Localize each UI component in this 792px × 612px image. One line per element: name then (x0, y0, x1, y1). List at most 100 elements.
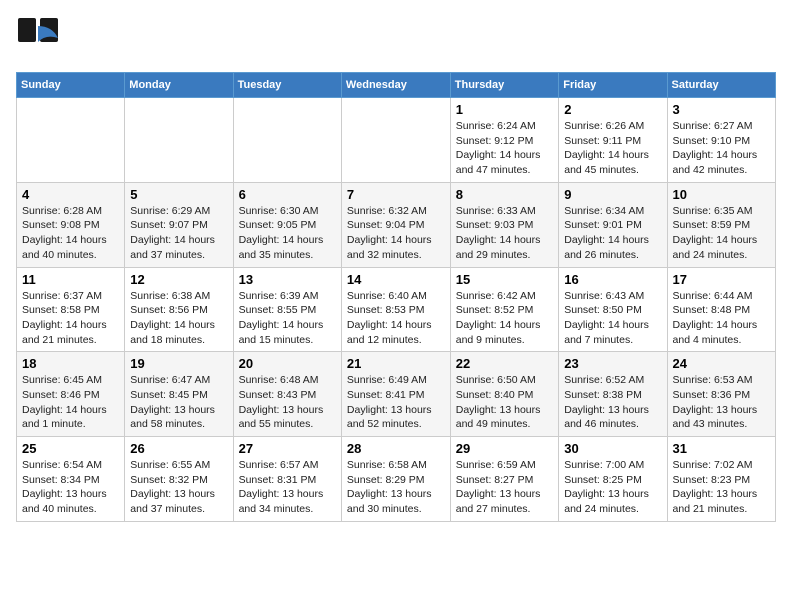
calendar-cell (125, 98, 233, 183)
calendar-cell: 10Sunrise: 6:35 AM Sunset: 8:59 PM Dayli… (667, 182, 775, 267)
calendar-cell: 7 Sunrise: 6:32 AM Sunset: 9:04 PM Daylig… (341, 182, 450, 267)
calendar-cell: 18 Sunrise: 6:45 AM Sunset: 8:46 PM Dayli… (17, 352, 125, 437)
calendar-cell: 31 Sunrise: 7:02 AM Sunset: 8:23 PM Dayli… (667, 437, 775, 522)
day-number: 8 (456, 187, 553, 202)
calendar-cell: 4 Sunrise: 6:28 AM Sunset: 9:08 PM Daylig… (17, 182, 125, 267)
cell-content: Sunrise: 6:28 AM Sunset: 9:08 PM Dayligh… (22, 204, 119, 263)
calendar-cell: 15 Sunrise: 6:42 AM Sunset: 8:52 PM Dayli… (450, 267, 558, 352)
calendar-body: 1 Sunrise: 6:24 AM Sunset: 9:12 PM Daylig… (17, 98, 776, 522)
week-row-2: 4 Sunrise: 6:28 AM Sunset: 9:08 PM Daylig… (17, 182, 776, 267)
day-number: 24 (673, 356, 770, 371)
day-number: 2 (564, 102, 661, 117)
day-number: 30 (564, 441, 661, 456)
cell-content: Sunrise: 6:55 AM Sunset: 8:32 PM Dayligh… (130, 458, 227, 517)
calendar-header: SundayMondayTuesdayWednesdayThursdayFrid… (17, 73, 776, 98)
cell-content: Sunrise: 6:49 AM Sunset: 8:41 PM Dayligh… (347, 373, 445, 432)
day-number: 18 (22, 356, 119, 371)
day-number: 10 (673, 187, 770, 202)
calendar-cell: 25 Sunrise: 6:54 AM Sunset: 8:34 PM Dayli… (17, 437, 125, 522)
cell-content: Sunrise: 6:54 AM Sunset: 8:34 PM Dayligh… (22, 458, 119, 517)
calendar-cell: 29 Sunrise: 6:59 AM Sunset: 8:27 PM Dayli… (450, 437, 558, 522)
calendar-cell: 9 Sunrise: 6:34 AM Sunset: 9:01 PM Daylig… (559, 182, 667, 267)
header-friday: Friday (559, 73, 667, 98)
cell-content: Sunrise: 6:33 AM Sunset: 9:03 PM Dayligh… (456, 204, 553, 263)
calendar-cell (233, 98, 341, 183)
day-number: 28 (347, 441, 445, 456)
cell-content: Sunrise: 6:57 AM Sunset: 8:31 PM Dayligh… (239, 458, 336, 517)
day-number: 16 (564, 272, 661, 287)
cell-content: Sunrise: 6:27 AM Sunset: 9:10 PM Dayligh… (673, 119, 770, 178)
logo (16, 16, 62, 60)
calendar-cell: 6 Sunrise: 6:30 AM Sunset: 9:05 PM Daylig… (233, 182, 341, 267)
calendar-cell: 26 Sunrise: 6:55 AM Sunset: 8:32 PM Dayli… (125, 437, 233, 522)
day-number: 26 (130, 441, 227, 456)
week-row-1: 1 Sunrise: 6:24 AM Sunset: 9:12 PM Daylig… (17, 98, 776, 183)
day-number: 9 (564, 187, 661, 202)
cell-content: Sunrise: 6:39 AM Sunset: 8:55 PM Dayligh… (239, 289, 336, 348)
day-number: 6 (239, 187, 336, 202)
day-number: 25 (22, 441, 119, 456)
cell-content: Sunrise: 6:45 AM Sunset: 8:46 PM Dayligh… (22, 373, 119, 432)
day-number: 5 (130, 187, 227, 202)
cell-content: Sunrise: 6:48 AM Sunset: 8:43 PM Dayligh… (239, 373, 336, 432)
calendar-cell: 11 Sunrise: 6:37 AM Sunset: 8:58 PM Dayli… (17, 267, 125, 352)
day-number: 22 (456, 356, 553, 371)
cell-content: Sunrise: 6:37 AM Sunset: 8:58 PM Dayligh… (22, 289, 119, 348)
calendar-cell: 16Sunrise: 6:43 AM Sunset: 8:50 PM Dayli… (559, 267, 667, 352)
header-monday: Monday (125, 73, 233, 98)
cell-content: Sunrise: 6:44 AM Sunset: 8:48 PM Dayligh… (673, 289, 770, 348)
header-thursday: Thursday (450, 73, 558, 98)
week-row-3: 11 Sunrise: 6:37 AM Sunset: 8:58 PM Dayli… (17, 267, 776, 352)
calendar-cell: 1 Sunrise: 6:24 AM Sunset: 9:12 PM Daylig… (450, 98, 558, 183)
calendar-cell: 17 Sunrise: 6:44 AM Sunset: 8:48 PM Dayli… (667, 267, 775, 352)
calendar-cell: 24Sunrise: 6:53 AM Sunset: 8:36 PM Dayli… (667, 352, 775, 437)
cell-content: Sunrise: 6:52 AM Sunset: 8:38 PM Dayligh… (564, 373, 661, 432)
header-saturday: Saturday (667, 73, 775, 98)
day-number: 20 (239, 356, 336, 371)
calendar-cell: 2Sunrise: 6:26 AM Sunset: 9:11 PM Daylig… (559, 98, 667, 183)
calendar-cell: 30 Sunrise: 7:00 AM Sunset: 8:25 PM Dayli… (559, 437, 667, 522)
day-number: 21 (347, 356, 445, 371)
day-number: 15 (456, 272, 553, 287)
day-number: 11 (22, 272, 119, 287)
calendar-cell: 28 Sunrise: 6:58 AM Sunset: 8:29 PM Dayli… (341, 437, 450, 522)
cell-content: Sunrise: 6:47 AM Sunset: 8:45 PM Dayligh… (130, 373, 227, 432)
cell-content: Sunrise: 6:30 AM Sunset: 9:05 PM Dayligh… (239, 204, 336, 263)
calendar-cell: 3Sunrise: 6:27 AM Sunset: 9:10 PM Daylig… (667, 98, 775, 183)
cell-content: Sunrise: 6:24 AM Sunset: 9:12 PM Dayligh… (456, 119, 553, 178)
header-row: SundayMondayTuesdayWednesdayThursdayFrid… (17, 73, 776, 98)
calendar-cell: 12 Sunrise: 6:38 AM Sunset: 8:56 PM Dayli… (125, 267, 233, 352)
calendar-cell: 27Sunrise: 6:57 AM Sunset: 8:31 PM Dayli… (233, 437, 341, 522)
calendar-cell: 21 Sunrise: 6:49 AM Sunset: 8:41 PM Dayli… (341, 352, 450, 437)
cell-content: Sunrise: 6:58 AM Sunset: 8:29 PM Dayligh… (347, 458, 445, 517)
day-number: 1 (456, 102, 553, 117)
cell-content: Sunrise: 6:38 AM Sunset: 8:56 PM Dayligh… (130, 289, 227, 348)
week-row-5: 25 Sunrise: 6:54 AM Sunset: 8:34 PM Dayli… (17, 437, 776, 522)
calendar-cell: 8 Sunrise: 6:33 AM Sunset: 9:03 PM Daylig… (450, 182, 558, 267)
day-number: 29 (456, 441, 553, 456)
header-sunday: Sunday (17, 73, 125, 98)
cell-content: Sunrise: 6:59 AM Sunset: 8:27 PM Dayligh… (456, 458, 553, 517)
cell-content: Sunrise: 7:00 AM Sunset: 8:25 PM Dayligh… (564, 458, 661, 517)
calendar-cell: 23 Sunrise: 6:52 AM Sunset: 8:38 PM Dayli… (559, 352, 667, 437)
header-tuesday: Tuesday (233, 73, 341, 98)
calendar-cell: 19 Sunrise: 6:47 AM Sunset: 8:45 PM Dayli… (125, 352, 233, 437)
header-wednesday: Wednesday (341, 73, 450, 98)
day-number: 4 (22, 187, 119, 202)
calendar-cell (341, 98, 450, 183)
cell-content: Sunrise: 6:42 AM Sunset: 8:52 PM Dayligh… (456, 289, 553, 348)
day-number: 31 (673, 441, 770, 456)
day-number: 7 (347, 187, 445, 202)
cell-content: Sunrise: 7:02 AM Sunset: 8:23 PM Dayligh… (673, 458, 770, 517)
day-number: 12 (130, 272, 227, 287)
day-number: 19 (130, 356, 227, 371)
day-number: 17 (673, 272, 770, 287)
cell-content: Sunrise: 6:32 AM Sunset: 9:04 PM Dayligh… (347, 204, 445, 263)
calendar-cell (17, 98, 125, 183)
day-number: 13 (239, 272, 336, 287)
day-number: 14 (347, 272, 445, 287)
cell-content: Sunrise: 6:34 AM Sunset: 9:01 PM Dayligh… (564, 204, 661, 263)
calendar-cell: 13 Sunrise: 6:39 AM Sunset: 8:55 PM Dayli… (233, 267, 341, 352)
day-number: 23 (564, 356, 661, 371)
calendar-cell: 5Sunrise: 6:29 AM Sunset: 9:07 PM Daylig… (125, 182, 233, 267)
